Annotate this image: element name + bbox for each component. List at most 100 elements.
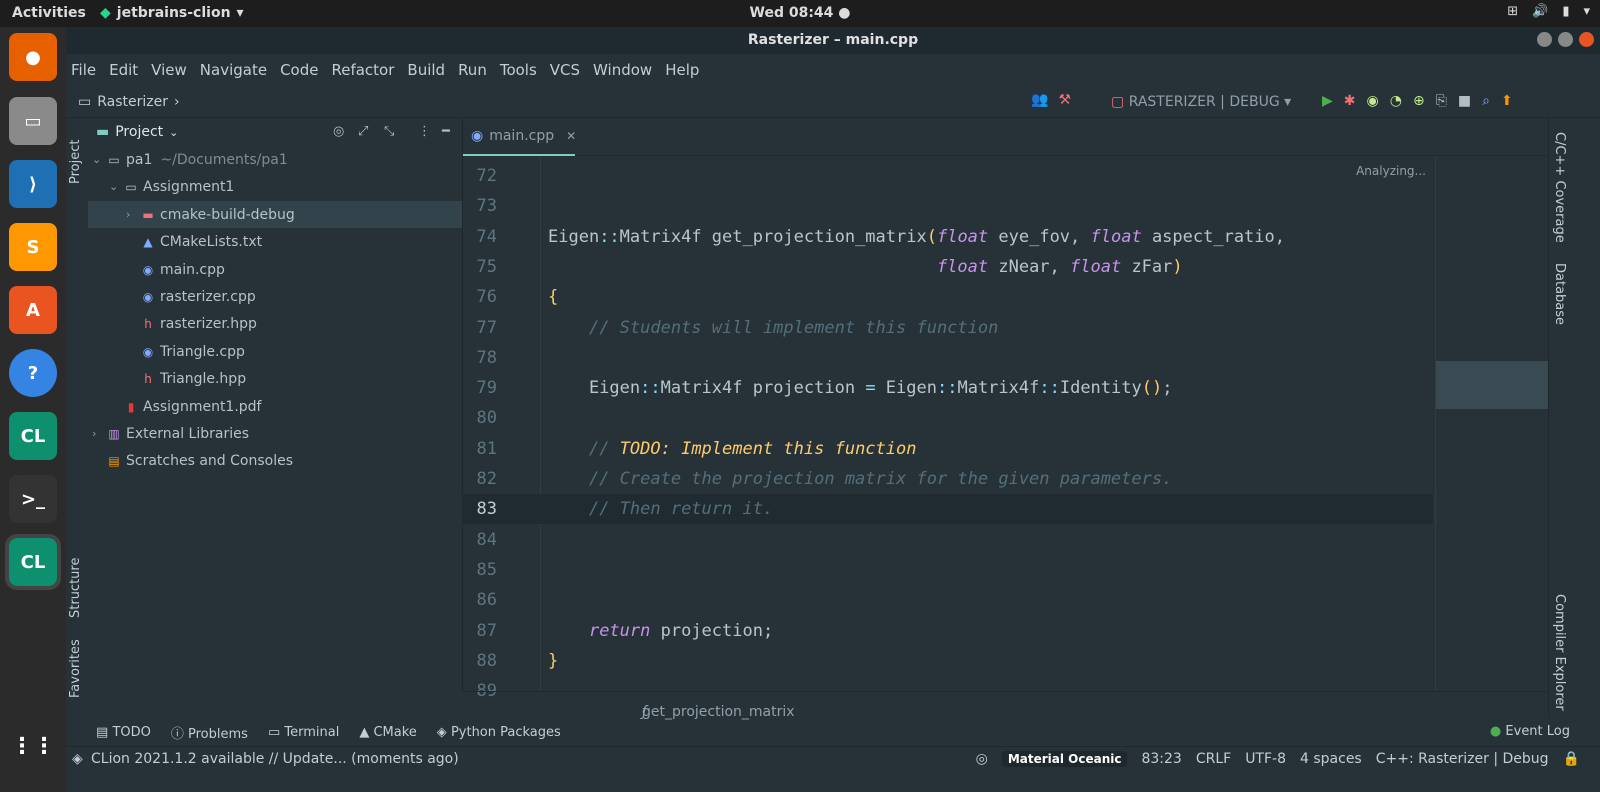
close-icon[interactable]: ✕ [566,129,576,143]
system-tray[interactable]: ⊞ 🔊 ▮ ▾ [1507,4,1590,19]
tab-python-packages[interactable]: ◈ Python Packages [437,725,561,740]
status-message[interactable]: CLion 2021.1.2 available // Update... (m… [91,751,459,767]
menu-help[interactable]: Help [665,61,699,79]
build-icon[interactable]: ⊕ [1413,93,1425,109]
tree-node-assignment1-pdf[interactable]: ▮ Assignment1.pdf [88,393,462,420]
code-line[interactable]: 73 [463,191,1433,221]
hide-icon[interactable]: ━ [442,124,450,139]
clion-icon[interactable]: CL [9,412,57,460]
code-line[interactable]: 76 { [463,282,1433,312]
code-line[interactable]: 84 [463,525,1433,555]
menu-tools[interactable]: Tools [500,61,537,79]
database-tool-tab[interactable]: Database [1552,263,1567,325]
resolve-context[interactable]: C++: Rasterizer | Debug [1376,751,1549,767]
chevron-right-icon[interactable]: › [126,208,140,221]
tree-node-rasterizer-hpp[interactable]: h rasterizer.hpp [88,310,462,337]
update-icon[interactable]: ⬆ [1501,93,1513,109]
search-icon[interactable]: ⌕ [1482,93,1490,109]
chevron-right-icon[interactable]: › [92,427,106,440]
code-line[interactable]: 85 [463,555,1433,585]
project-tool-tab[interactable]: Project [68,140,83,184]
terminal-icon[interactable]: >_ [9,475,57,523]
tree-node-triangle-hpp[interactable]: h Triangle.hpp [88,365,462,392]
locate-icon[interactable]: ◎ [333,124,344,139]
tab-terminal[interactable]: ▭ Terminal [268,725,339,740]
code-line[interactable]: 78 [463,343,1433,373]
run-icon[interactable]: ▶ [1322,93,1333,109]
event-log-button[interactable]: ● Event Log [1490,724,1570,739]
profile-icon[interactable]: ◔ [1390,93,1402,109]
tree-node-main-cpp[interactable]: ◉ main.cpp [88,256,462,283]
tab-cmake[interactable]: ▲ CMake [359,725,416,740]
tab-main-cpp[interactable]: ◉ main.cpp ✕ [463,118,576,156]
vscode-icon[interactable]: ⟩ [9,160,57,208]
breadcrumb-project[interactable]: Rasterizer [97,94,168,110]
debug-icon[interactable]: ✱ [1344,93,1356,109]
menu-window[interactable]: Window [593,61,652,79]
maximize-button[interactable] [1558,32,1573,47]
indent-setting[interactable]: 4 spaces [1300,751,1362,767]
tree-node-pa1[interactable]: ⌄ ▭ pa1 ~/Documents/pa1 [88,146,462,173]
compiler-explorer-tool-tab[interactable]: Compiler Explorer [1552,594,1567,711]
tree-node-scratches[interactable]: ▤ Scratches and Consoles [88,447,462,474]
code-line[interactable]: 83 // Then return it. [463,494,1433,525]
chevron-down-icon[interactable]: ⌄ [92,153,106,166]
files-icon[interactable]: ▭ [9,97,57,145]
code-line[interactable]: 80 [463,403,1433,433]
tree-node-cmakelists[interactable]: ▲ CMakeLists.txt [88,228,462,255]
expand-all-icon[interactable]: ⤢ [358,124,368,139]
sublime-icon[interactable]: S [9,223,57,271]
tab-problems[interactable]: ⓘ Problems [171,723,248,742]
code-line[interactable]: 88} [463,646,1433,676]
menu-vcs[interactable]: VCS [550,61,580,79]
hammer-icon[interactable]: ⚒ [1058,92,1071,108]
software-icon[interactable]: A [9,286,57,334]
minimap-viewport[interactable] [1436,361,1548,409]
run-config-selector[interactable]: ▢ RASTERIZER | DEBUG ▾ [1111,94,1291,110]
firefox-icon[interactable]: ● [9,33,57,81]
menu-build[interactable]: Build [407,61,445,79]
line-separator[interactable]: CRLF [1196,751,1231,767]
tree-node-assignment1[interactable]: ⌄ ▭ Assignment1 [88,173,462,200]
tree-node-rasterizer-cpp[interactable]: ◉ rasterizer.cpp [88,283,462,310]
favorites-tool-tab[interactable]: Favorites [68,639,83,698]
tree-node-cmake-build-debug[interactable]: › ▬ cmake-build-debug [88,201,462,228]
code-line[interactable]: 74 Eigen::Matrix4f get_projection_matrix(… [463,222,1433,252]
theme-badge[interactable]: Material Oceanic [1001,751,1128,767]
tree-node-external-libraries[interactable]: › ▥ External Libraries [88,420,462,447]
structure-tool-tab[interactable]: Structure [68,558,83,618]
project-view-selector[interactable]: Project [115,124,163,140]
file-encoding[interactable]: UTF-8 [1245,751,1286,767]
coverage-icon[interactable]: ◉ [1367,93,1379,109]
apps-grid-icon[interactable]: ⋮⋮ [9,722,57,770]
menu-file[interactable]: File [71,61,96,79]
code-line[interactable]: 75 float zNear, float zFar) [463,252,1433,282]
code-line[interactable]: 86 [463,585,1433,615]
chevron-down-icon[interactable]: ⌄ [109,180,123,193]
attach-icon[interactable]: ⎘ [1436,93,1447,109]
coverage-tool-tab[interactable]: C/C++ Coverage [1552,132,1567,243]
clock[interactable]: Wed 08:44 ● [0,5,1600,21]
cursor-position[interactable]: 83:23 [1141,751,1181,767]
layers-icon[interactable]: ◈ [72,751,83,767]
stop-icon[interactable]: ■ [1458,93,1471,109]
menu-view[interactable]: View [151,61,187,79]
menu-code[interactable]: Code [280,61,318,79]
code-line[interactable]: 79 Eigen::Matrix4f projection = Eigen::M… [463,373,1433,403]
minimap[interactable] [1435,156,1548,691]
tab-todo[interactable]: ▤ TODO [96,725,151,740]
close-button[interactable] [1579,32,1594,47]
help-icon[interactable]: ? [9,349,57,397]
code-line[interactable]: 81 // TODO: Implement this function [463,434,1433,464]
code-line[interactable]: 82 // Create the projection matrix for t… [463,464,1433,494]
options-icon[interactable]: ⋮ [418,124,431,139]
tree-node-triangle-cpp[interactable]: ◉ Triangle.cpp [88,338,462,365]
breadcrumb[interactable]: ▭ Rasterizer › [78,94,180,110]
users-icon[interactable]: 👥 [1031,92,1048,108]
collapse-all-icon[interactable]: ⤡ [384,124,394,139]
menu-edit[interactable]: Edit [109,61,138,79]
lock-icon[interactable]: 🔒 [1563,751,1580,767]
minimize-button[interactable] [1537,32,1552,47]
code-line[interactable]: 72 [463,161,1433,191]
clion-active-icon[interactable]: CL [5,534,61,590]
